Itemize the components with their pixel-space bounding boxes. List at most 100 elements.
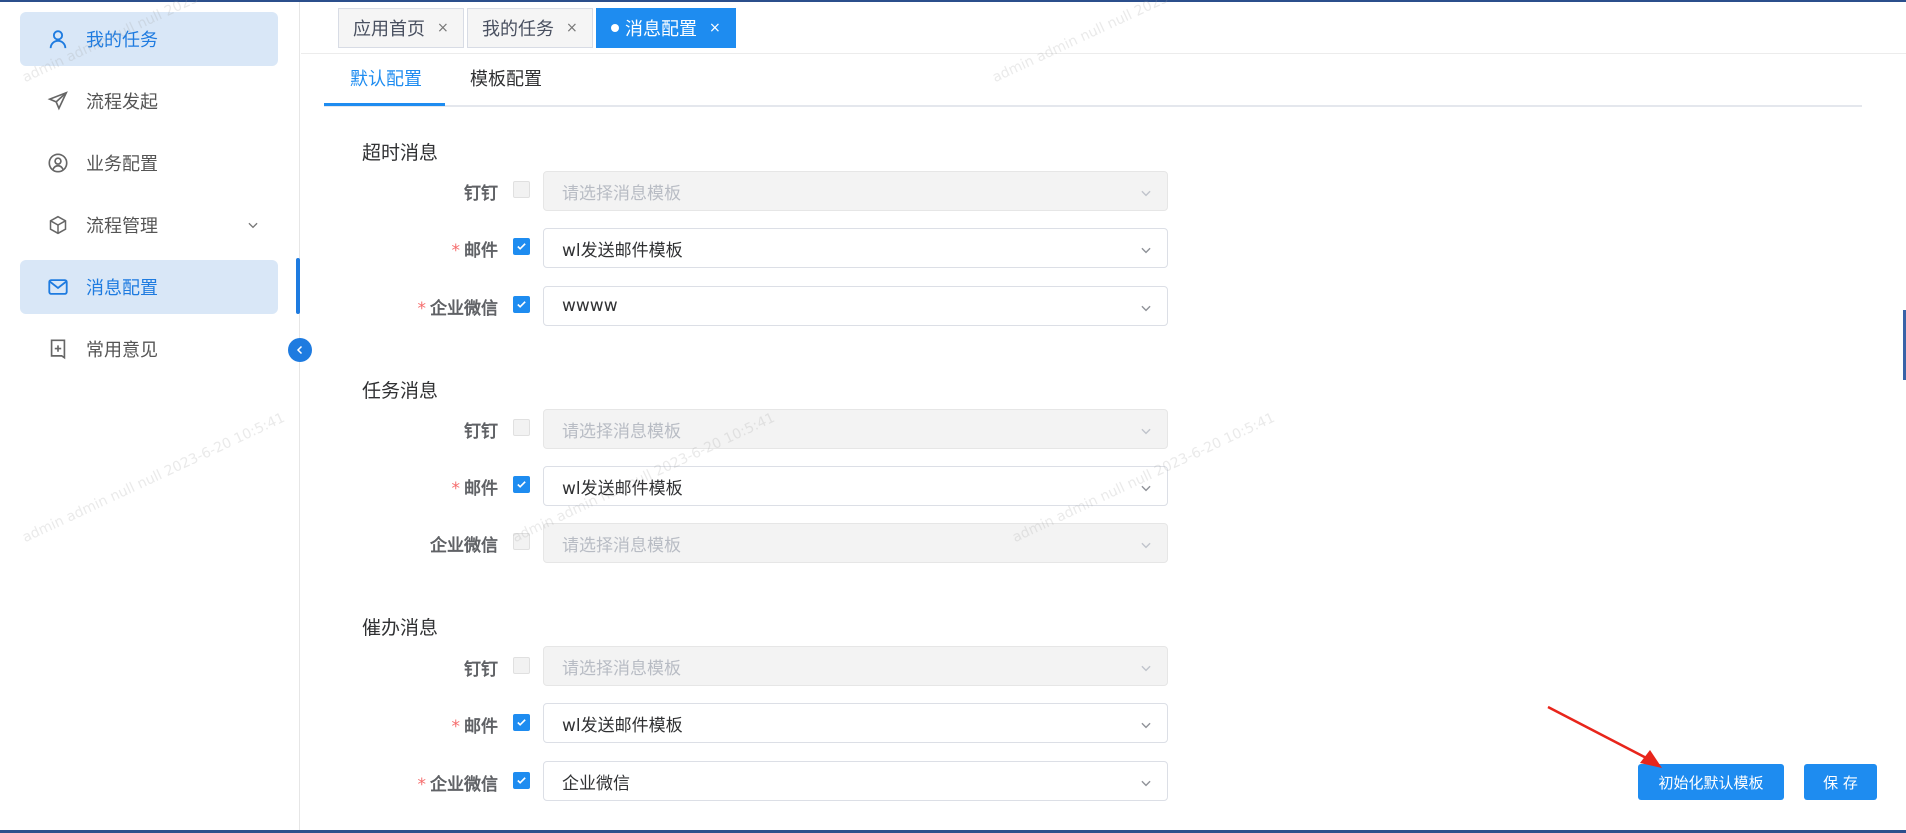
cube-icon bbox=[46, 213, 70, 237]
chevron-left-icon[interactable] bbox=[288, 338, 312, 362]
select-placeholder: 请选择消息模板 bbox=[562, 421, 681, 442]
select-placeholder: 请选择消息模板 bbox=[562, 183, 681, 204]
email-template-select[interactable]: wl发送邮件模板 bbox=[543, 228, 1168, 268]
subtab-default-config[interactable]: 默认配置 bbox=[350, 56, 422, 107]
label-text: 邮件 bbox=[464, 241, 498, 261]
chevron-down-icon bbox=[1139, 537, 1153, 557]
section-title-timeout: 超时消息 bbox=[362, 142, 439, 164]
dingtalk-checkbox[interactable] bbox=[513, 181, 530, 198]
mail-icon bbox=[46, 275, 70, 299]
tab-label: 我的任务 bbox=[482, 19, 554, 40]
required-mark: * bbox=[417, 775, 427, 795]
label-dingtalk: 钉钉 bbox=[464, 179, 498, 204]
config-subtabs: 默认配置 模板配置 bbox=[324, 56, 1862, 107]
select-placeholder: 请选择消息模板 bbox=[562, 658, 681, 679]
sidebar-item-label: 消息配置 bbox=[86, 278, 158, 299]
send-icon bbox=[46, 89, 70, 113]
sidebar-item-label: 流程发起 bbox=[86, 92, 158, 113]
label-email: * 邮件 bbox=[452, 712, 499, 737]
select-placeholder: 请选择消息模板 bbox=[562, 535, 681, 556]
label-email: * 邮件 bbox=[452, 474, 499, 499]
sidebar-item-business-config[interactable]: 业务配置 bbox=[20, 136, 278, 190]
email-checkbox[interactable] bbox=[513, 238, 530, 255]
wecom-checkbox[interactable] bbox=[513, 296, 530, 313]
required-mark: * bbox=[417, 299, 427, 319]
label-wecom: * 企业微信 bbox=[418, 770, 499, 795]
chevron-down-icon bbox=[1139, 480, 1153, 500]
close-icon[interactable]: × bbox=[437, 20, 449, 36]
label-text: 企业微信 bbox=[430, 536, 498, 556]
chevron-down-icon bbox=[1139, 185, 1153, 205]
required-mark: * bbox=[451, 241, 461, 261]
chevron-down-icon bbox=[1139, 660, 1153, 680]
active-indicator-bar bbox=[296, 258, 300, 314]
select-value: 企业微信 bbox=[562, 773, 630, 794]
sidebar-item-message-config[interactable]: 消息配置 bbox=[20, 260, 278, 314]
active-dot-icon bbox=[611, 24, 619, 32]
label-text: 钉钉 bbox=[464, 660, 498, 680]
email-template-select[interactable]: wl发送邮件模板 bbox=[543, 466, 1168, 506]
wecom-checkbox[interactable] bbox=[513, 533, 530, 550]
chevron-down-icon bbox=[1139, 717, 1153, 737]
note-add-icon bbox=[46, 337, 70, 361]
email-checkbox[interactable] bbox=[513, 476, 530, 493]
wecom-template-select[interactable]: 企业微信 bbox=[543, 761, 1168, 801]
dingtalk-template-select[interactable]: 请选择消息模板 bbox=[543, 646, 1168, 686]
select-value: wl发送邮件模板 bbox=[562, 478, 683, 499]
label-text: 企业微信 bbox=[430, 775, 498, 795]
email-checkbox[interactable] bbox=[513, 714, 530, 731]
dingtalk-template-select[interactable]: 请选择消息模板 bbox=[543, 171, 1168, 211]
label-dingtalk: 钉钉 bbox=[464, 655, 498, 680]
close-icon[interactable]: × bbox=[566, 20, 578, 36]
label-text: 邮件 bbox=[464, 717, 498, 737]
select-value: wl发送邮件模板 bbox=[562, 715, 683, 736]
dingtalk-checkbox[interactable] bbox=[513, 657, 530, 674]
label-text: 钉钉 bbox=[464, 184, 498, 204]
sidebar-item-label: 流程管理 bbox=[86, 216, 158, 237]
required-mark: * bbox=[451, 479, 461, 499]
sidebar-item-process-management[interactable]: 流程管理 bbox=[20, 198, 278, 252]
sidebar: 我的任务 流程发起 业务配置 流程管理 消息配置 常用意见 bbox=[0, 2, 300, 830]
annotation-arrow-icon bbox=[1547, 705, 1662, 768]
email-template-select[interactable]: wl发送邮件模板 bbox=[543, 703, 1168, 743]
wecom-template-select[interactable]: wwww bbox=[543, 286, 1168, 326]
close-icon[interactable]: × bbox=[709, 20, 721, 36]
chevron-down-icon bbox=[1139, 300, 1153, 320]
label-wecom: 企业微信 bbox=[430, 531, 498, 556]
required-mark: * bbox=[451, 717, 461, 737]
chevron-down-icon bbox=[1139, 423, 1153, 443]
chevron-down-icon[interactable] bbox=[246, 216, 260, 237]
active-subtab-ink bbox=[324, 103, 445, 106]
label-dingtalk: 钉钉 bbox=[464, 417, 498, 442]
sidebar-item-label: 常用意见 bbox=[86, 340, 158, 361]
dingtalk-checkbox[interactable] bbox=[513, 419, 530, 436]
sidebar-item-process-start[interactable]: 流程发起 bbox=[20, 74, 278, 128]
label-email: * 邮件 bbox=[452, 236, 499, 261]
section-title-task: 任务消息 bbox=[362, 380, 439, 402]
page-tab-bar: 应用首页 × 我的任务 × 消息配置 × bbox=[301, 2, 1906, 54]
wecom-template-select[interactable]: 请选择消息模板 bbox=[543, 523, 1168, 563]
tab-label: 消息配置 bbox=[625, 19, 697, 40]
tab-message-config[interactable]: 消息配置 × bbox=[596, 8, 736, 48]
tab-app-home[interactable]: 应用首页 × bbox=[338, 8, 464, 48]
label-text: 企业微信 bbox=[430, 299, 498, 319]
sidebar-item-my-tasks[interactable]: 我的任务 bbox=[20, 12, 278, 66]
section-title-reminder: 催办消息 bbox=[362, 617, 439, 639]
user-icon bbox=[46, 27, 70, 51]
chevron-down-icon bbox=[1139, 775, 1153, 795]
sidebar-item-label: 我的任务 bbox=[86, 30, 158, 51]
tab-label: 应用首页 bbox=[353, 19, 425, 40]
dingtalk-template-select[interactable]: 请选择消息模板 bbox=[543, 409, 1168, 449]
select-value: wl发送邮件模板 bbox=[562, 240, 683, 261]
sidebar-item-common-opinions[interactable]: 常用意见 bbox=[20, 322, 278, 376]
subtab-template-config[interactable]: 模板配置 bbox=[470, 56, 542, 107]
label-text: 邮件 bbox=[464, 479, 498, 499]
wecom-checkbox[interactable] bbox=[513, 772, 530, 789]
chevron-down-icon bbox=[1139, 242, 1153, 262]
select-value: wwww bbox=[562, 296, 618, 316]
label-wecom: * 企业微信 bbox=[418, 294, 499, 319]
user-circle-icon bbox=[46, 151, 70, 175]
label-text: 钉钉 bbox=[464, 422, 498, 442]
save-button[interactable]: 保 存 bbox=[1804, 764, 1877, 800]
tab-my-tasks[interactable]: 我的任务 × bbox=[467, 8, 593, 48]
